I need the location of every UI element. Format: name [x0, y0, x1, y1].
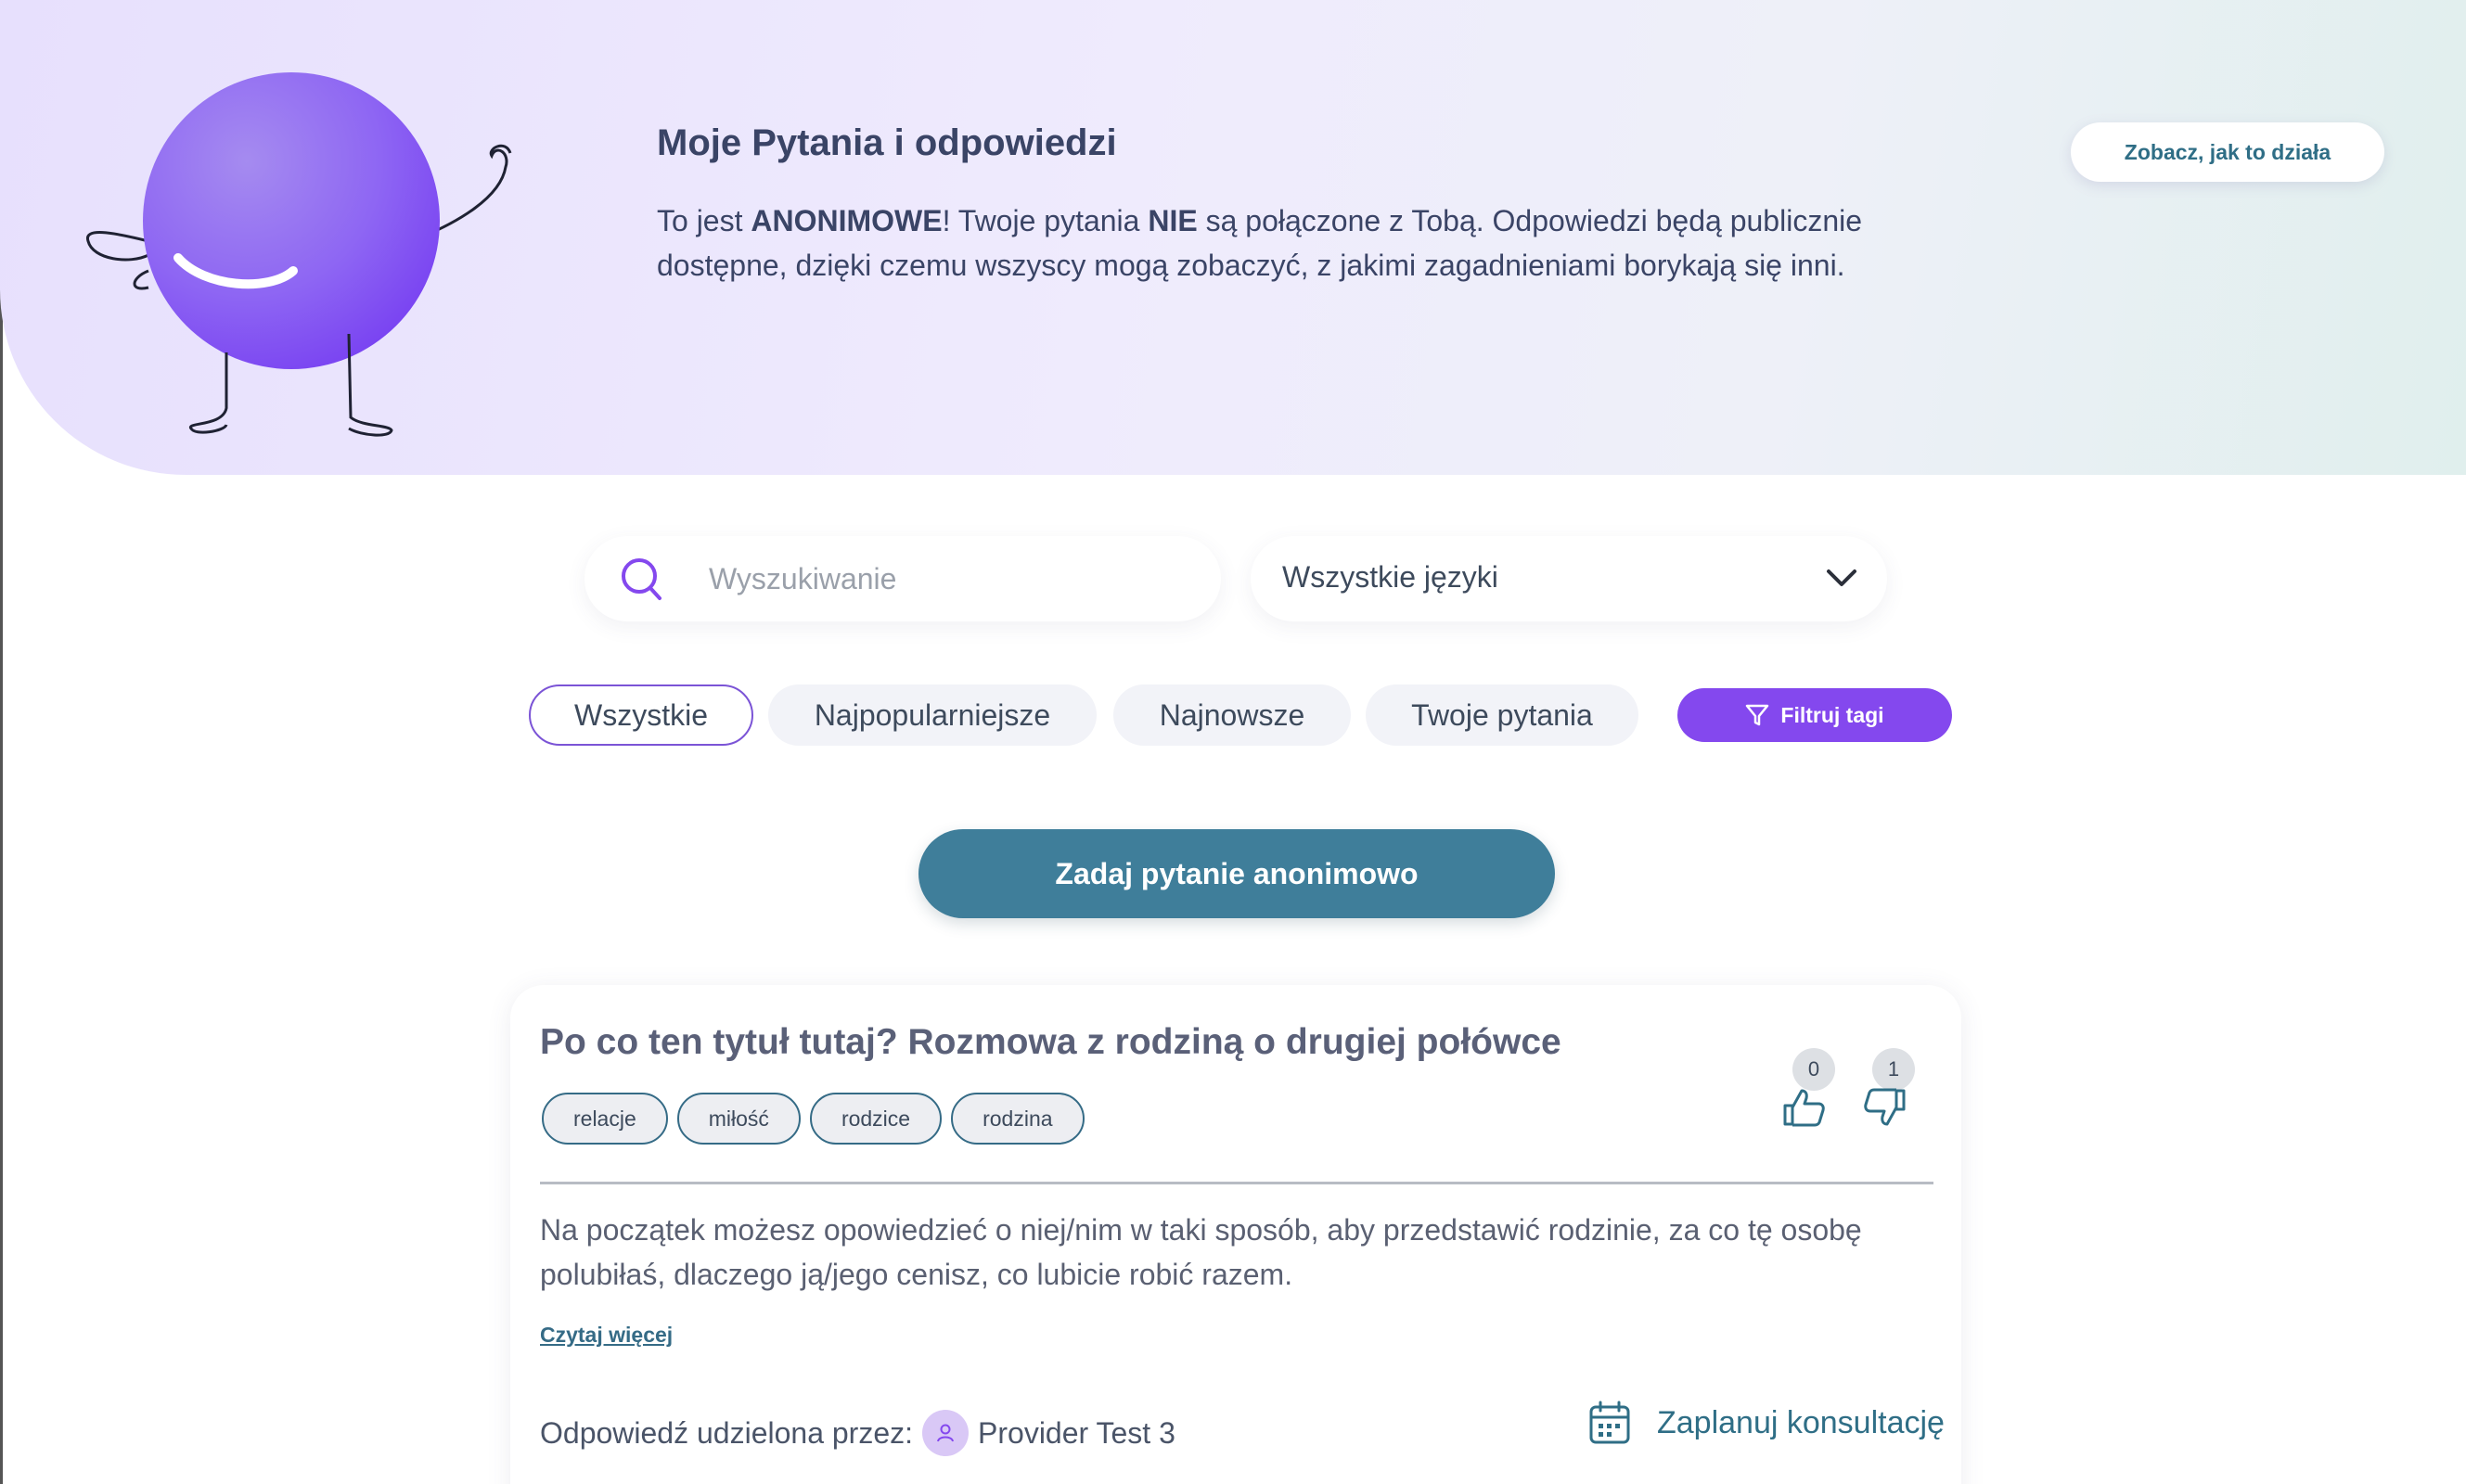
- user-icon: [937, 1424, 955, 1442]
- filter-tags-button[interactable]: Filtruj tagi: [1677, 688, 1952, 742]
- question-title[interactable]: Po co ten tytuł tutaj? Rozmowa z rodziną…: [540, 1022, 1561, 1063]
- card-divider: [540, 1182, 1933, 1184]
- like-button[interactable]: 0: [1781, 1048, 1837, 1132]
- avatar: [922, 1410, 970, 1456]
- tag-chip[interactable]: rodzice: [809, 1093, 943, 1145]
- dislike-count: 1: [1872, 1048, 1915, 1091]
- tab-newest[interactable]: Najnowsze: [1113, 684, 1351, 746]
- language-select[interactable]: Wszystkie języki: [1251, 536, 1887, 621]
- page-title: Moje Pytania i odpowiedzi: [657, 122, 1117, 163]
- mascot-illustration: [86, 72, 512, 437]
- notice-text-pre: To jest: [657, 204, 751, 237]
- answered-by: Odpowiedź udzielona przez: Provider Test…: [540, 1410, 1175, 1456]
- chevron-down-icon: [1827, 569, 1856, 586]
- tab-all[interactable]: Wszystkie: [529, 684, 753, 746]
- language-select-value: Wszystkie języki: [1282, 560, 1498, 594]
- how-it-works-button[interactable]: Zobacz, jak to działa: [2071, 122, 2384, 182]
- question-card: Po co ten tytuł tutaj? Rozmowa z rodziną…: [510, 985, 1961, 1484]
- notice-bold-not: NIE: [1148, 204, 1198, 237]
- tab-your-questions[interactable]: Twoje pytania: [1366, 684, 1638, 746]
- schedule-consultation-label: Zaplanuj konsultację: [1657, 1404, 1945, 1440]
- thumbs-up-icon: [1783, 1089, 1825, 1127]
- notice-bold-anonymous: ANONIMOWE: [751, 204, 943, 237]
- filter-icon: [1746, 704, 1769, 726]
- search-box[interactable]: [584, 536, 1221, 621]
- search-icon: [622, 558, 661, 600]
- dislike-button[interactable]: 1: [1861, 1048, 1917, 1132]
- calendar-icon: [1589, 1401, 1630, 1444]
- tag-chip[interactable]: miłość: [676, 1093, 801, 1145]
- hero-banner: Moje Pytania i odpowiedzi To jest ANONIM…: [0, 0, 2466, 475]
- ask-anonymous-button[interactable]: Zadaj pytanie anonimowo: [918, 829, 1555, 918]
- tag-list: relacje miłość rodzice rodzina: [542, 1093, 1085, 1145]
- anonymity-notice: To jest ANONIMOWE! Twoje pytania NIE są …: [657, 198, 1956, 288]
- tag-chip[interactable]: relacje: [542, 1093, 668, 1145]
- tab-most-popular[interactable]: Najpopularniejsze: [768, 684, 1097, 746]
- read-more-link[interactable]: Czytaj więcej: [540, 1323, 673, 1348]
- tag-chip[interactable]: rodzina: [951, 1093, 1085, 1145]
- thumbs-down-icon: [1864, 1088, 1906, 1126]
- like-count: 0: [1792, 1048, 1835, 1091]
- answered-by-label: Odpowiedź udzielona przez:: [540, 1415, 914, 1450]
- notice-text-mid: ! Twoje pytania: [942, 204, 1149, 237]
- schedule-consultation-link[interactable]: Zaplanuj konsultację: [1588, 1401, 1945, 1445]
- search-input[interactable]: [709, 556, 1173, 601]
- filter-tags-label: Filtruj tagi: [1780, 702, 1884, 727]
- provider-name[interactable]: Provider Test 3: [978, 1416, 1175, 1451]
- answer-preview: Na początek możesz opowiedzieć o niej/ni…: [540, 1213, 1862, 1291]
